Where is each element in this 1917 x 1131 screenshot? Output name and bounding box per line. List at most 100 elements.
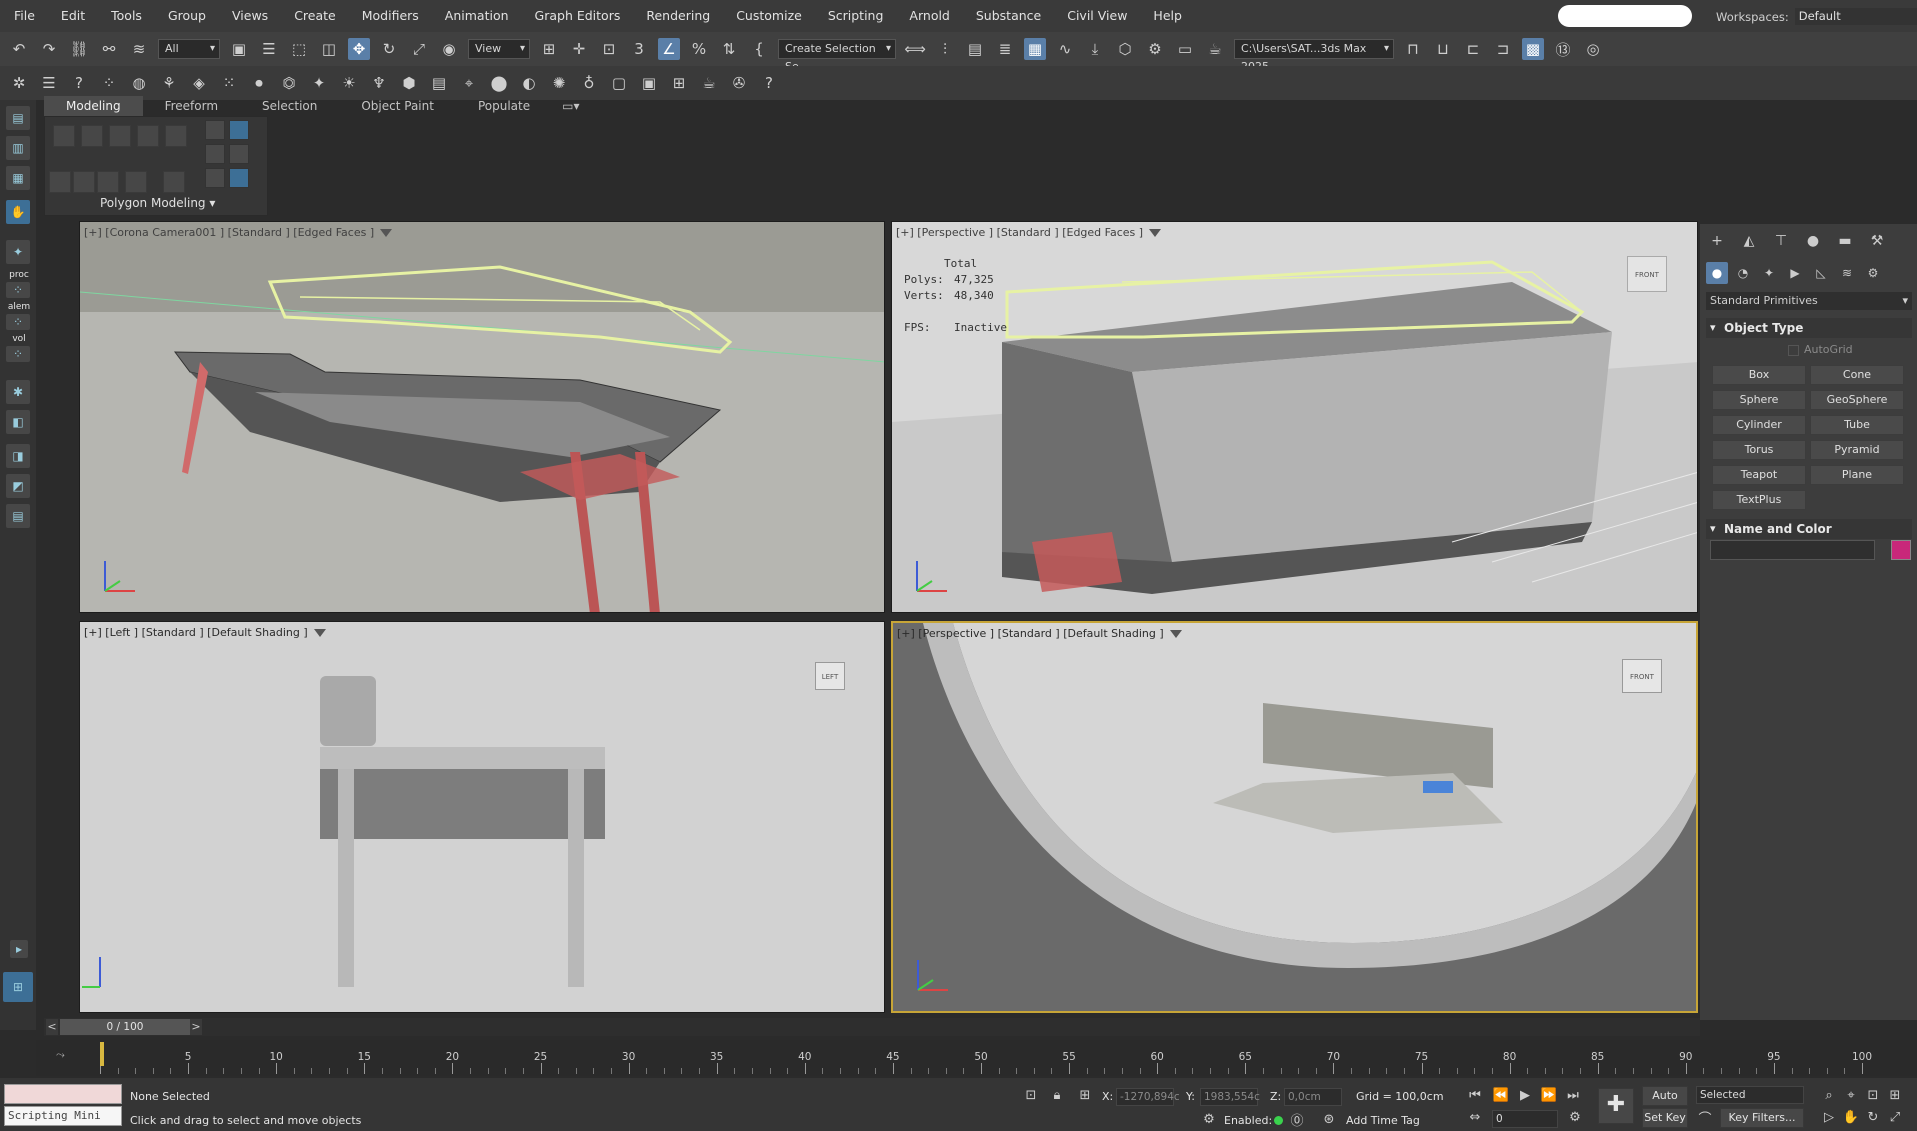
menu-create[interactable]: Create [281,0,349,32]
help-circle-icon[interactable]: ? [68,72,90,94]
edit-named-selection-icon[interactable]: { [748,38,770,60]
default-in-out-icon[interactable]: ⌒ [1696,1108,1714,1127]
systems-icon[interactable]: ⚙ [1862,262,1884,284]
border-mode-icon[interactable] [109,125,131,147]
menu-rendering[interactable]: Rendering [633,0,723,32]
select-object-icon[interactable]: ▣ [228,38,250,60]
key-mode-toggle-icon[interactable]: ⇔ [1466,1108,1484,1126]
viewport-perspective-shaded[interactable]: [+] [Perspective ] [Standard ] [Default … [891,621,1698,1013]
next-frame-arrow-icon[interactable]: > [190,1019,202,1035]
select-and-rotate-icon[interactable]: ↻ [378,38,400,60]
maxscript-mini-listener[interactable]: Scripting Mini [4,1106,122,1126]
viewport-perspective-shaded-label[interactable]: [+] [Perspective ] [Standard ] [Default … [897,627,1182,640]
pyramid-button[interactable]: Pyramid [1810,440,1904,460]
time-slider-thumb[interactable]: 0 / 100 [60,1019,190,1035]
select-by-name-icon[interactable]: ☰ [258,38,280,60]
toggle-ribbon-icon[interactable]: ≣ [994,38,1016,60]
viewport-perspective-shaded-label-text[interactable]: [+] [Perspective ] [Standard ] [Default … [897,627,1164,640]
next-frame-icon[interactable]: ⏩ [1540,1086,1558,1104]
alem-icon[interactable]: ⁘ [6,314,30,330]
lightmix-icon[interactable]: ✺ [548,72,570,94]
tube-button[interactable]: Tube [1810,415,1904,435]
time-tag-icon[interactable]: ⊛ [1320,1110,1338,1128]
viewport-perspective-edged-label-text[interactable]: [+] [Perspective ] [Standard ] [Edged Fa… [896,226,1143,239]
object-type-rollout[interactable]: Object Type [1706,318,1912,338]
sign-in-button[interactable] [1558,5,1692,27]
selection-filter-dropdown[interactable]: All [158,39,220,59]
helpers-icon[interactable]: ◺ [1810,262,1832,284]
polygon-mode-icon[interactable] [137,125,159,147]
box-button[interactable]: Box [1712,365,1806,385]
scene-explorer-icon[interactable]: ▤ [6,106,30,130]
element-mode-icon[interactable] [165,125,187,147]
show-end-result-icon[interactable] [125,171,147,193]
sphere-button[interactable]: Sphere [1712,390,1806,410]
ribbon-side-btn-6[interactable] [229,168,249,188]
region-icon[interactable]: ▣ [638,72,660,94]
y-coordinate-field[interactable]: 1983,554c [1200,1088,1260,1106]
curve-editor-icon[interactable]: ∿ [1054,38,1076,60]
polygon-modeling-label[interactable]: Polygon Modeling ▾ [100,196,215,210]
project-folder-dropdown[interactable]: C:\Users\SAT...3ds Max 2025 [1234,39,1394,73]
select-and-move-icon[interactable]: ✥ [348,38,370,60]
rect-selection-region-icon[interactable]: ⬚ [288,38,310,60]
sun-icon[interactable]: ☀ [338,72,360,94]
geometry-icon[interactable]: ● [1706,262,1728,284]
spinner-snap-icon[interactable]: ⇅ [718,38,740,60]
objects-icon[interactable]: ▦ [6,166,30,190]
tool-b-icon[interactable]: ◧ [6,410,30,434]
filter-icon[interactable] [380,228,393,237]
link-icon[interactable]: ⛓ [68,38,90,60]
preserve-uvs-icon[interactable] [163,171,185,193]
vertex-mode-icon[interactable] [53,125,75,147]
scatter-icon[interactable]: ✲ [8,72,30,94]
angle-snap-icon[interactable]: ∠ [658,38,680,60]
pin-icon[interactable]: ⌖ [458,72,480,94]
filter-icon[interactable] [1149,228,1162,237]
select-manipulate-icon[interactable]: ✛ [568,38,590,60]
zoom-extents-icon[interactable]: ⊡ [1864,1086,1882,1104]
x-coordinate-field[interactable]: -1270,894c [1116,1088,1180,1106]
adaptive-degradation-icon[interactable]: ⚙ [1200,1110,1218,1128]
modify-tab-icon[interactable]: ◭ [1738,230,1760,252]
display-tab-icon[interactable]: ▬ [1834,230,1856,252]
object-color-swatch[interactable] [1891,540,1911,560]
pan-view-icon[interactable]: ✋ [1842,1108,1860,1126]
tab-selection[interactable]: Selection [240,96,339,116]
interactive-render-icon[interactable]: ◐ [518,72,540,94]
modify-mode-icon[interactable] [49,171,71,193]
mirror-icon[interactable]: ⟺ [904,38,926,60]
grid-icon[interactable]: ⊞ [668,72,690,94]
ribbon-side-btn-2[interactable] [229,120,249,140]
render-production-icon[interactable]: ☕ [1204,38,1226,60]
time-configuration-icon[interactable]: ⚙ [1566,1108,1584,1126]
select-and-scale-icon[interactable]: ⤢ [408,38,430,60]
collapse-stack-icon[interactable] [97,171,119,193]
proxy-icon[interactable]: ◍ [128,72,150,94]
viewport-camera-label-text[interactable]: [+] [Corona Camera001 ] [Standard ] [Edg… [84,226,374,239]
key-mode-dropdown[interactable]: Selected [1696,1086,1804,1104]
proc-icon[interactable]: ⁘ [6,282,30,298]
go-to-start-icon[interactable]: ⏮ [1466,1086,1484,1104]
ribbon-side-btn-1[interactable] [205,120,225,140]
rendered-frame-window-icon[interactable]: ▭ [1174,38,1196,60]
textplus-button[interactable]: TextPlus [1712,490,1806,510]
menu-civil-view[interactable]: Civil View [1054,0,1140,32]
maxscript-listener-output[interactable] [4,1084,122,1104]
space-warps-icon[interactable]: ≋ [1836,262,1858,284]
field-of-view-icon[interactable]: ▷ [1820,1108,1838,1126]
auto-key-button[interactable]: Auto Key [1642,1086,1688,1120]
motion-tab-icon[interactable]: ● [1802,230,1824,252]
filter-icon[interactable] [313,628,326,637]
viewport-perspective-edged[interactable]: [+] [Perspective ] [Standard ] [Edged Fa… [891,221,1698,613]
menu-scripting[interactable]: Scripting [815,0,897,32]
help-search-icon[interactable]: ◎ [1582,38,1604,60]
viewport-left-label-text[interactable]: [+] [Left ] [Standard ] [Default Shading… [84,626,308,639]
select-and-place-icon[interactable]: ◉ [438,38,460,60]
help-icon[interactable]: ? [758,72,780,94]
sky-icon[interactable]: ♆ [368,72,390,94]
cone-button[interactable]: Cone [1810,365,1904,385]
light-icon[interactable]: ✦ [308,72,330,94]
layer-explorer-icon[interactable]: ▤ [964,38,986,60]
zoom-all-icon[interactable]: ⌖ [1842,1086,1860,1104]
